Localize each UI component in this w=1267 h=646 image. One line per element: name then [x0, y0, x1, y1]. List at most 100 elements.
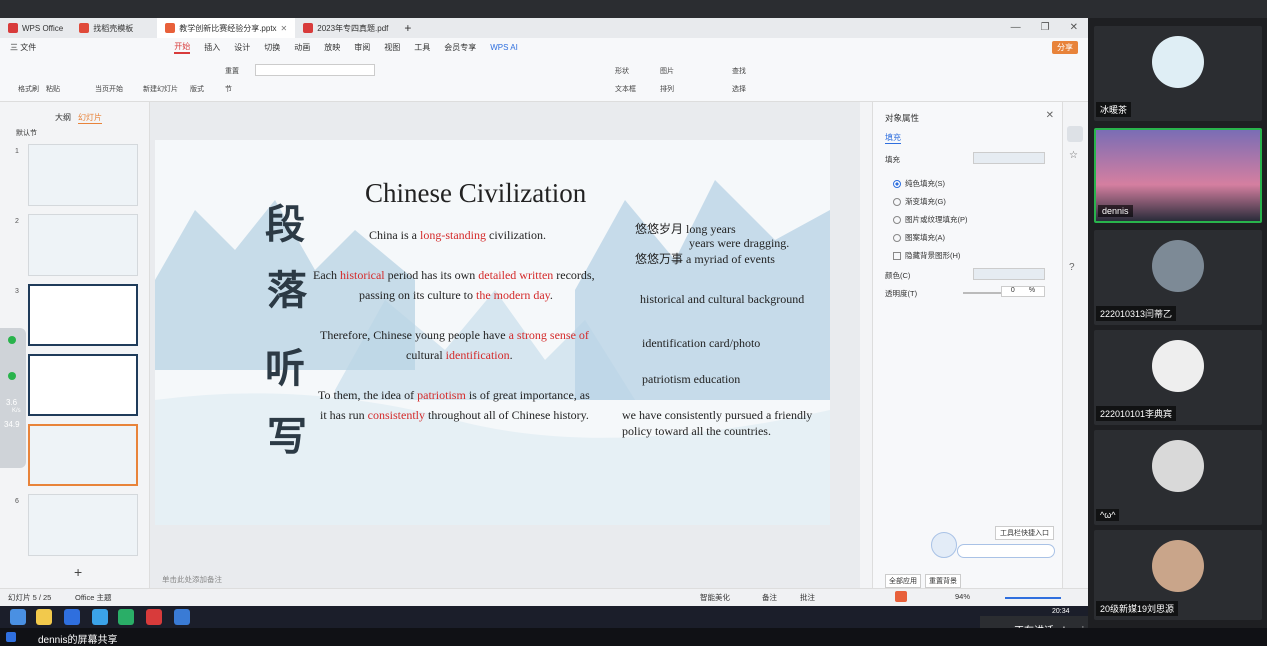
taskbar: 20:34 [0, 606, 1088, 628]
play-icon[interactable] [895, 591, 907, 602]
wps-taskbar-icon[interactable] [146, 609, 162, 625]
para-2a: Each historical period has its own detai… [313, 268, 595, 282]
picture-button[interactable]: 图片 [660, 66, 674, 76]
status-bar: 幻灯片 5 / 25 Office 主题 智能美化 备注 批注 94% [0, 588, 1088, 606]
new-slide-button[interactable]: 新建幻灯片 [143, 84, 178, 94]
outline-tab[interactable]: 大纲 [55, 112, 71, 123]
minimize-icon[interactable]: — [1011, 22, 1021, 33]
menu-slideshow[interactable]: 放映 [324, 42, 340, 53]
font-select[interactable] [255, 64, 375, 76]
wechat-icon[interactable] [118, 609, 134, 625]
tab-pdf[interactable]: 2023年专四真题.pdf [295, 18, 396, 38]
app-icon[interactable] [174, 609, 190, 625]
tab-pptx[interactable]: 教学创新比赛经验分享.pptx ✕ [157, 18, 296, 38]
tab-label: 教学创新比赛经验分享.pptx [179, 23, 277, 33]
shape-button[interactable]: 形状 [615, 66, 629, 76]
wps-ai-button[interactable]: WPS AI [490, 43, 518, 52]
floating-toolbar[interactable] [957, 544, 1055, 558]
help-icon[interactable]: ? [1069, 262, 1075, 273]
para-2b: passing on its culture to the modern day… [359, 288, 553, 302]
transparency-slider[interactable] [963, 292, 1003, 294]
gradient-fill-option[interactable]: 渐变填充(G) [893, 196, 946, 207]
slide-thumb-4[interactable] [28, 354, 138, 416]
layout-button[interactable]: 版式 [190, 84, 204, 94]
paste-button[interactable]: 粘贴 [46, 84, 60, 94]
hide-background-checkbox[interactable]: 隐藏背景图形(H) [893, 250, 960, 261]
notes-button[interactable]: 备注 [762, 592, 777, 603]
comment-button[interactable]: 批注 [800, 592, 815, 603]
menu-tools[interactable]: 工具 [414, 42, 430, 53]
pattern-fill-option[interactable]: 图案填充(A) [893, 232, 945, 243]
menu-design[interactable]: 设计 [234, 42, 250, 53]
slides-tab[interactable]: 幻灯片 [78, 112, 102, 124]
new-tab-button[interactable]: + [396, 18, 419, 38]
solid-fill-option[interactable]: 纯色填充(S) [893, 178, 945, 189]
add-slide-button[interactable]: + [74, 564, 82, 580]
beautify-button[interactable]: 智能美化 [700, 592, 730, 603]
transparency-input[interactable]: 0% [1001, 286, 1045, 297]
slide-thumb-3[interactable] [28, 284, 138, 346]
menu-animation[interactable]: 动画 [294, 42, 310, 53]
reset-button[interactable]: 重置 [225, 66, 239, 76]
browser-icon[interactable] [92, 609, 108, 625]
participant-tile[interactable]: 20级新媒19刘思源 [1094, 530, 1262, 620]
slide-thumb-6[interactable] [28, 494, 138, 556]
calligraphy-char: 听 [265, 345, 305, 392]
restore-icon[interactable]: ❐ [1041, 22, 1050, 33]
menu-transition[interactable]: 切换 [264, 42, 280, 53]
para-3a: Therefore, Chinese young people have a s… [320, 328, 589, 342]
participant-tile[interactable]: 222010101李典宾 [1094, 330, 1262, 425]
properties-icon[interactable] [1067, 126, 1083, 142]
menu-review[interactable]: 审阅 [354, 42, 370, 53]
menu-view[interactable]: 视图 [384, 42, 400, 53]
menu-insert[interactable]: 插入 [204, 42, 220, 53]
file-explorer-icon[interactable] [36, 609, 52, 625]
menu-file[interactable]: 三 文件 [10, 42, 36, 53]
transparency-label: 透明度(T) [885, 289, 918, 298]
star-icon[interactable]: ☆ [1069, 150, 1078, 161]
share-button[interactable]: 分享 [1052, 41, 1078, 54]
slide-thumb-1[interactable] [28, 144, 138, 206]
slide-thumb-5[interactable] [28, 424, 138, 486]
select-button[interactable]: 选择 [732, 84, 746, 94]
assistant-avatar[interactable] [931, 532, 957, 558]
picture-fill-option[interactable]: 图片或纹理填充(P) [893, 214, 968, 225]
find-button[interactable]: 查找 [732, 66, 746, 76]
close-window-icon[interactable]: ✕ [1070, 22, 1078, 33]
fill-color-select[interactable] [973, 152, 1045, 164]
section-button[interactable]: 节 [225, 84, 232, 94]
tab-wps-office[interactable]: WPS Office [0, 18, 71, 38]
play-from-current-button[interactable]: 当页开始 [95, 84, 123, 94]
arrange-button[interactable]: 排列 [660, 84, 674, 94]
theme-label[interactable]: Office 主题 [75, 592, 112, 603]
color-select[interactable] [973, 268, 1045, 280]
participant-tile[interactable]: ^ω^ [1094, 430, 1262, 525]
participant-tile[interactable]: 222010313闫蒂乙 [1094, 230, 1262, 325]
tab-template[interactable]: 找稻壳模板 [71, 18, 141, 38]
zoom-slider[interactable] [1005, 597, 1061, 599]
note-text: historical and cultural background [640, 292, 805, 306]
upload-speed: 3.6 [6, 398, 18, 407]
format-painter-button[interactable]: 格式刷 [18, 84, 39, 94]
reset-background-button[interactable]: 重置背景 [925, 574, 961, 588]
close-panel-icon[interactable]: ✕ [1046, 110, 1054, 121]
speed-unit: K/s [12, 408, 21, 414]
apply-all-button[interactable]: 全部应用 [885, 574, 921, 588]
participant-tile-active[interactable]: dennis [1094, 128, 1262, 223]
fill-tab[interactable]: 填充 [885, 132, 901, 144]
menu-home[interactable]: 开始 [174, 41, 191, 54]
slide[interactable]: Chinese Civilization 段 落 听 写 China is a … [155, 140, 830, 525]
note-text: 悠悠万事 a myriad of events [635, 252, 775, 266]
window-controls: — ❐ ✕ [1011, 22, 1078, 33]
close-icon[interactable]: ✕ [281, 24, 288, 33]
menu-member[interactable]: 会员专享 [444, 42, 476, 53]
notes-placeholder[interactable]: 单击此处添加备注 [162, 574, 222, 585]
slide-thumb-2[interactable] [28, 214, 138, 276]
start-icon[interactable] [10, 609, 26, 625]
wps-window: WPS Office 找稻壳模板 教学创新比赛经验分享.pptx ✕ 2023年专… [0, 18, 1088, 606]
participant-tile[interactable]: 冰暖茶 [1094, 26, 1262, 121]
zoom-level[interactable]: 94% [955, 592, 970, 601]
textbox-button[interactable]: 文本框 [615, 84, 636, 94]
tencent-meeting-icon[interactable] [64, 609, 80, 625]
participant-list: 冰暖茶 dennis 222010313闫蒂乙 222010101李典宾 ^ω^… [1088, 18, 1267, 628]
